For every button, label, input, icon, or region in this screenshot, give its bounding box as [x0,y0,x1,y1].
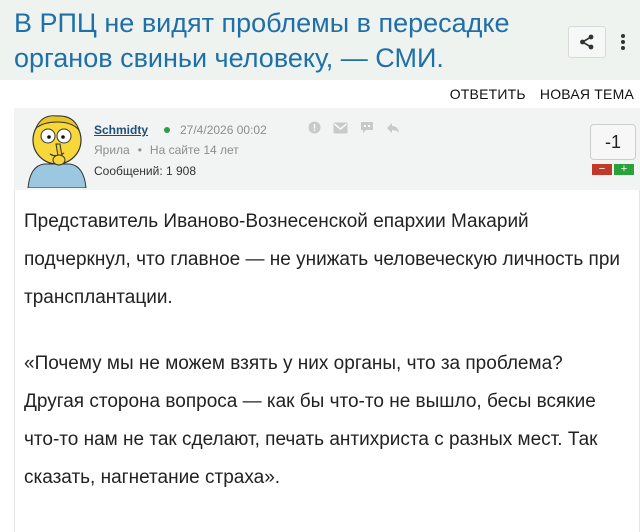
author-on-site: На сайте 14 лет [149,143,239,157]
info-icon[interactable] [308,121,321,134]
page-title: В РПЦ не видят проблемы в пересадке орга… [14,8,510,73]
author-name[interactable]: Schmidty [94,123,148,137]
mail-icon[interactable] [333,121,348,134]
quote-icon[interactable] [360,121,374,134]
share-button[interactable] [568,26,606,58]
new-topic-link[interactable]: НОВАЯ ТЕМА [540,86,634,102]
author-role: Ярила [94,143,130,157]
topic-actions: ОТВЕТИТЬ НОВАЯ ТЕМА [440,86,634,102]
post-paragraph: «Почему мы не можем взять у них органы, … [24,353,598,488]
reply-link[interactable]: ОТВЕТИТЬ [450,86,526,102]
author-messages: Сообщений: 1 908 [94,164,197,178]
rating-value: -1 [590,124,636,160]
post-datetime: 27/4/2026 00:02 [180,123,267,137]
share-icon [580,34,594,50]
avatar[interactable] [22,110,92,188]
reply-icon[interactable] [386,121,400,134]
post-tools [308,121,400,134]
vote-up-button[interactable]: + [614,164,634,175]
vote-down-button[interactable]: − [592,164,612,175]
more-vertical-icon [621,34,625,50]
post-border-left [14,190,15,532]
post-paragraph: Представитель Иваново-Вознесенской епарх… [24,211,620,308]
post-body: Представитель Иваново-Вознесенской епарх… [24,203,624,497]
more-button[interactable] [612,26,634,58]
author-meta: Ярила • На сайте 14 лет [94,143,239,157]
online-status-icon [164,127,170,133]
post-rating: -1 − + [590,124,636,176]
